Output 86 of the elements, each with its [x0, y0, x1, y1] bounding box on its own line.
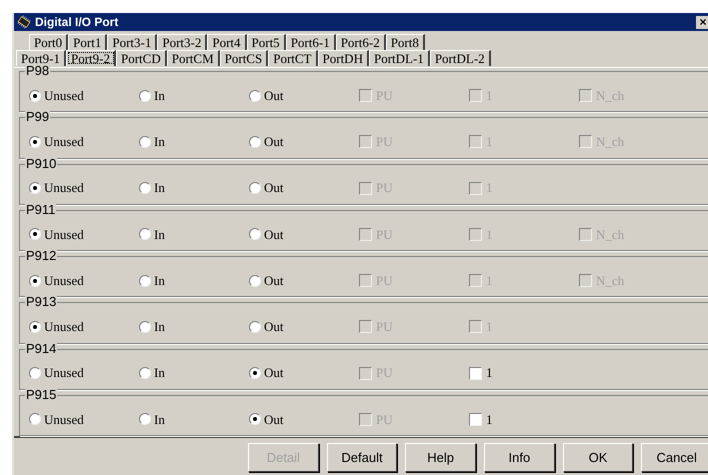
radio-button[interactable] — [139, 367, 151, 380]
radio-label: Out — [264, 364, 284, 382]
radio-label: In — [154, 86, 165, 105]
window-title: Digital I/O Port — [35, 14, 120, 31]
group-label: P915 — [25, 388, 58, 402]
tab[interactable]: Port5 — [246, 34, 286, 50]
radio-label: Unused — [44, 133, 84, 152]
tab[interactable]: PortDL-2 — [430, 50, 491, 66]
radio-button[interactable] — [29, 136, 41, 148]
radio-label: Unused — [44, 179, 84, 198]
radio-button[interactable] — [139, 413, 151, 426]
tab[interactable]: PortCS — [220, 50, 268, 66]
tab[interactable]: Port6-2 — [336, 34, 386, 50]
radio-button[interactable] — [29, 413, 41, 426]
group-label: P911 — [25, 202, 56, 217]
radio-button[interactable] — [29, 90, 41, 102]
tab[interactable]: PortCT — [268, 50, 318, 66]
tab[interactable]: Port0 — [29, 34, 68, 50]
radio-button[interactable] — [139, 228, 151, 240]
dialog-button[interactable]: Info — [484, 443, 555, 472]
radio-button[interactable] — [29, 228, 41, 240]
tab[interactable]: PortDH — [318, 50, 369, 66]
radio-label: In — [154, 133, 165, 152]
radio-label: Unused — [44, 410, 84, 429]
tab[interactable]: PortCM — [166, 50, 220, 66]
tab[interactable]: Port9-2 — [66, 50, 116, 66]
radio-label: In — [154, 410, 165, 429]
tab[interactable]: Port9-1 — [16, 50, 66, 66]
group-label: P99 — [25, 110, 50, 124]
radio-button[interactable] — [139, 274, 151, 287]
radio-label: In — [154, 272, 165, 290]
group-label: P910 — [25, 156, 58, 170]
radio-button[interactable] — [249, 90, 261, 102]
radio-button[interactable] — [249, 182, 261, 194]
dialog-button[interactable]: Help — [405, 443, 476, 472]
radio-button[interactable] — [249, 320, 261, 333]
group-label: P98 — [25, 64, 50, 78]
radio-button[interactable] — [139, 182, 151, 194]
tab[interactable]: PortCD — [116, 50, 167, 66]
group-label: P914 — [25, 342, 58, 356]
radio-label: In — [154, 364, 165, 382]
group-label: P913 — [25, 295, 58, 310]
tab[interactable]: Port8 — [386, 34, 425, 50]
checkbox-label: 1 — [486, 364, 492, 382]
checkbox[interactable] — [469, 412, 482, 426]
radio-button[interactable] — [29, 274, 41, 287]
radio-button[interactable] — [249, 228, 261, 240]
radio-button[interactable] — [139, 320, 151, 333]
radio-button[interactable] — [29, 367, 41, 380]
checkbox[interactable] — [469, 366, 482, 380]
radio-label: Out — [264, 410, 284, 429]
tab[interactable]: Port6-1 — [286, 34, 336, 50]
radio-label: Unused — [44, 272, 84, 290]
radio-button[interactable] — [139, 90, 151, 102]
radio-button[interactable] — [249, 136, 261, 148]
radio-button[interactable] — [29, 320, 41, 333]
radio-button[interactable] — [249, 413, 261, 426]
radio-label: Unused — [44, 364, 84, 382]
radio-button[interactable] — [249, 274, 261, 287]
radio-label: Out — [264, 272, 284, 290]
radio-label: Out — [264, 318, 284, 336]
close-button[interactable]: × — [696, 16, 708, 28]
tab[interactable]: PortDL-1 — [368, 50, 430, 66]
group-label: P912 — [25, 249, 58, 263]
tab[interactable]: Port4 — [207, 34, 247, 50]
radio-label: In — [154, 226, 165, 244]
radio-label: Out — [264, 86, 284, 105]
radio-label: Out — [264, 133, 284, 152]
radio-label: Unused — [44, 226, 84, 244]
tab[interactable]: Port1 — [68, 34, 108, 50]
radio-label: In — [154, 318, 165, 336]
radio-label: Unused — [44, 86, 84, 105]
radio-label: In — [154, 179, 165, 198]
dialog-button[interactable]: Default — [326, 443, 398, 472]
radio-button[interactable] — [139, 136, 151, 148]
radio-label: Unused — [44, 318, 84, 336]
radio-button[interactable] — [249, 367, 261, 380]
radio-label: Out — [264, 226, 284, 244]
checkbox-label: 1 — [486, 410, 492, 429]
dialog-button[interactable]: OK — [562, 443, 634, 472]
dialog-button[interactable]: Cancel — [641, 443, 708, 472]
tab[interactable]: Port3-1 — [107, 34, 158, 50]
chip-icon — [16, 15, 32, 29]
radio-button[interactable] — [29, 182, 41, 194]
tab[interactable]: Port3-2 — [157, 34, 208, 50]
radio-label: Out — [264, 179, 284, 198]
